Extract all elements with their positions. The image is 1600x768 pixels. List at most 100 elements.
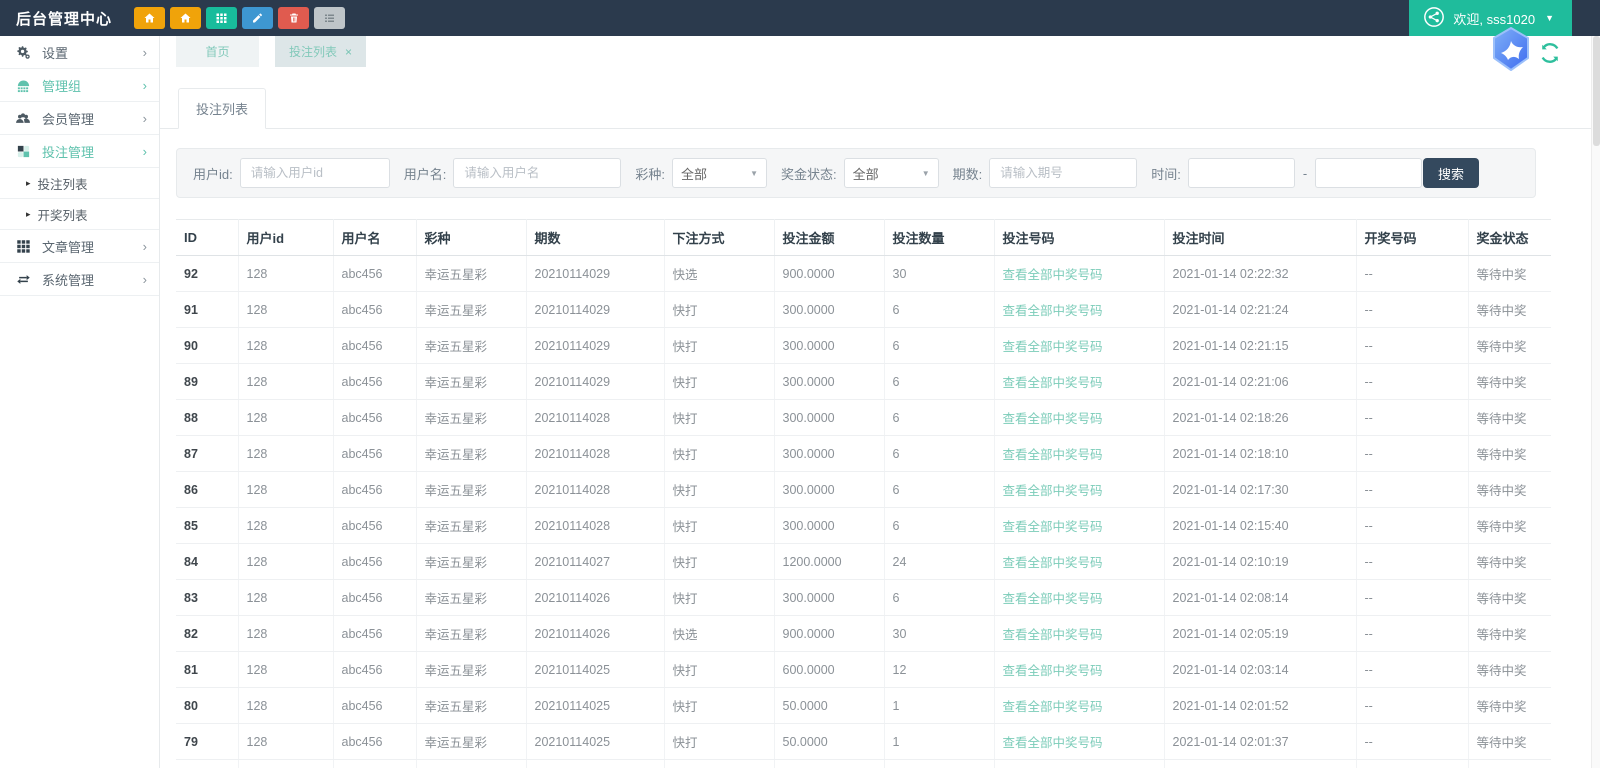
view-winning-numbers-link[interactable]: 查看全部中奖号码 [1003,304,1103,318]
table-cell: 2021-01-14 02:18:10 [1164,435,1357,472]
username-input[interactable] [453,158,622,188]
sidebar-subitem-label: 投注列表 [37,177,88,192]
sidebar-item-label: 文章管理 [42,239,95,255]
lottery-select[interactable]: 全部 ▼ [671,158,767,188]
view-winning-numbers-link[interactable]: 查看全部中奖号码 [1003,628,1103,642]
view-winning-numbers-link[interactable]: 查看全部中奖号码 [1003,268,1103,282]
table-row: 92 128 abc456 幸运五星彩 20210114029 快选 900.0000 30 查… [176,255,1551,292]
thunder-bird-icon[interactable] [1487,25,1535,73]
table-cell: 20210114026 [526,615,665,652]
tab-home[interactable]: 首页 [176,36,259,67]
table-cell: 快打 [664,579,775,616]
table-cell: abc456 [333,651,417,688]
view-winning-numbers-link[interactable]: 查看全部中奖号码 [1003,412,1103,426]
delete-button[interactable] [278,7,310,29]
table-cell: 2021-01-14 02:17:30 [1164,471,1357,508]
table-cell: abc456 [333,471,417,508]
prize-status-select[interactable]: 全部 ▼ [843,158,939,188]
table-cell: 1 [884,687,995,724]
table-cell: 2021-01-14 02:08:14 [1164,579,1357,616]
time-end-input[interactable] [1315,158,1423,188]
sidebar-subitem-bet-list[interactable]: ▸ 投注列表 [0,168,159,199]
user-id-input[interactable] [239,158,390,188]
search-button[interactable]: 搜索 [1423,158,1479,188]
sidebar-item-articles[interactable]: 文章管理 › [0,230,159,263]
squares-icon [14,144,32,159]
sidebar-subitem-draw-list[interactable]: ▸ 开奖列表 [0,199,159,230]
tab-label: 首页 [205,45,230,59]
tab-bet-list[interactable]: 投注列表 × [275,36,367,67]
table-cell: 300.0000 [774,291,885,328]
table-cell: 300.0000 [774,579,885,616]
table-cell: 快选 [664,255,775,292]
view-winning-numbers-link[interactable]: 查看全部中奖号码 [1003,448,1103,462]
home-button-1[interactable] [134,7,166,29]
table-row: 87 128 abc456 幸运五星彩 20210114028 快打 300.0000 6 查看… [176,435,1551,472]
sidebar-item-bets[interactable]: 投注管理 › [0,135,159,168]
table-cell: abc456 [333,579,417,616]
table-cell: abc456 [333,363,417,400]
view-winning-numbers-link[interactable]: 查看全部中奖号码 [1003,664,1103,678]
column-header: 投注数量 [884,219,995,256]
table-cell: -- [1356,327,1469,364]
table-cell: 82 [176,615,239,652]
table-cell: 300.0000 [774,399,885,436]
table-cell: 84 [176,543,239,580]
view-winning-numbers-link[interactable]: 查看全部中奖号码 [1003,376,1103,390]
table-row: 89 128 abc456 幸运五星彩 20210114029 快打 300.0000 6 查看… [176,363,1551,400]
table-cell: 6 [884,435,995,472]
table-cell: 81 [176,651,239,688]
scrollbar[interactable] [1591,36,1600,768]
table-cell: 600.0000 [774,651,885,688]
sidebar-item-admin-group[interactable]: 管理组 › [0,69,159,102]
table-cell: abc456 [333,327,417,364]
table-cell: 快打 [664,651,775,688]
table-cell: -- [1356,291,1469,328]
view-winning-numbers-link[interactable]: 查看全部中奖号码 [1003,592,1103,606]
view-winning-numbers-link[interactable]: 查看全部中奖号码 [1003,484,1103,498]
sidebar-item-system[interactable]: 系统管理 › [0,263,159,296]
table-cell: 快打 [664,363,775,400]
prize-status-label: 奖金状态: [780,166,837,182]
header-toolbar [134,7,346,29]
edit-icon [251,12,264,24]
table-cell: 等待中奖 [1468,291,1551,328]
table-row: 84 128 abc456 幸运五星彩 20210114027 快打 1200.0000 24… [176,543,1551,580]
table-cell: 300.0000 [774,363,885,400]
table-cell: 6 [884,399,995,436]
table-cell: 30 [884,255,995,292]
sidebar-item-members[interactable]: 会员管理 › [0,102,159,135]
table-cell: 12 [884,651,995,688]
view-winning-numbers-link[interactable]: 查看全部中奖号码 [1003,736,1103,750]
close-icon[interactable]: × [345,45,352,59]
table-cell: abc456 [333,507,417,544]
table-row: 86 128 abc456 幸运五星彩 20210114028 快打 300.0000 6 查看… [176,471,1551,508]
refresh-icon[interactable] [1538,42,1562,64]
view-winning-numbers-link[interactable]: 查看全部中奖号码 [1003,556,1103,570]
scrollbar-thumb[interactable] [1593,36,1600,146]
table-cell: -- [1356,579,1469,616]
view-winning-numbers-link[interactable]: 查看全部中奖号码 [1003,520,1103,534]
view-winning-numbers-link[interactable]: 查看全部中奖号码 [1003,340,1103,354]
sidebar-item-label: 系统管理 [42,272,95,288]
table-cell: abc456 [333,255,417,292]
table-cell: 2021-01-14 02:03:14 [1164,651,1357,688]
table-row: 78128abc456幸运五星彩20210114024快打50.00001查看全… [176,759,1551,768]
table-cell: 50.0000 [774,687,885,724]
period-input[interactable] [989,158,1138,188]
table-cell: 2021-01-14 02:22:32 [1164,255,1357,292]
grid-button[interactable] [206,7,238,29]
table-cell: 86 [176,471,239,508]
edit-button[interactable] [242,7,274,29]
table-cell: 幸运五星彩 [416,291,527,328]
time-start-input[interactable] [1187,158,1295,188]
period-label: 期数: [952,166,983,182]
list-button[interactable] [314,7,346,29]
table-row: 90 128 abc456 幸运五星彩 20210114029 快打 300.0000 6 查看… [176,327,1551,364]
sidebar-item-settings[interactable]: 设置 › [0,36,159,69]
view-winning-numbers-link[interactable]: 查看全部中奖号码 [1003,700,1103,714]
card-tab-bet-list[interactable]: 投注列表 [178,88,267,129]
table-cell: 等待中奖 [1468,255,1551,292]
table-cell: 等待中奖 [1468,687,1551,724]
home-button-2[interactable] [170,7,202,29]
